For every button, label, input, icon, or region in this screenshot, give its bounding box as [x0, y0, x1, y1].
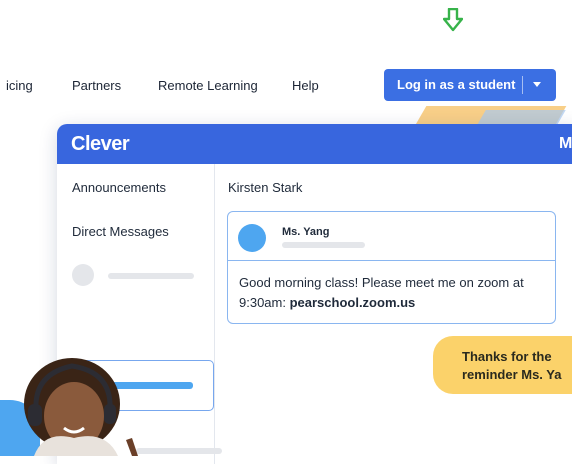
nav-item-pricing[interactable]: icing — [6, 78, 33, 94]
contact-name-placeholder — [136, 448, 222, 454]
clever-logo: Clever — [71, 133, 130, 155]
login-button-separator — [522, 76, 523, 94]
reply-bubble: Thanks for the reminder Ms. Ya — [433, 336, 572, 394]
avatar-icon — [72, 264, 94, 286]
nav-item-partners[interactable]: Partners — [72, 78, 121, 94]
header-user-initial: M — [559, 135, 572, 152]
nav-item-remote-learning[interactable]: Remote Learning — [158, 78, 258, 94]
message-sender: Ms. Yang — [282, 226, 330, 238]
login-student-button[interactable]: Log in as a student — [384, 69, 556, 101]
avatar-icon — [238, 224, 266, 252]
message-body: Good morning class! Please meet me on zo… — [239, 273, 544, 313]
student-photo — [24, 358, 138, 456]
zoom-link[interactable]: pearschool.zoom.us — [290, 295, 416, 310]
contact-name-placeholder — [108, 273, 194, 279]
message-header: Ms. Yang — [228, 212, 555, 261]
app-header: Clever M — [57, 124, 572, 164]
caret-down-icon[interactable] — [533, 82, 541, 87]
sidebar-item-announcements[interactable]: Announcements — [72, 180, 166, 195]
reply-text: Thanks for the reminder Ms. Ya — [462, 348, 572, 384]
nav-item-help[interactable]: Help — [292, 78, 319, 94]
chat-contact-name: Kirsten Stark — [228, 180, 303, 195]
login-button-label: Log in as a student — [397, 77, 516, 92]
message-sub-placeholder — [282, 242, 365, 248]
reply-text-content: Thanks for the reminder Ms. Ya — [462, 349, 562, 382]
sidebar-contact-placeholder[interactable] — [72, 264, 202, 286]
message-card: Ms. Yang Good morning class! Please meet… — [227, 211, 556, 324]
sidebar-item-direct-messages[interactable]: Direct Messages — [72, 224, 169, 239]
arrow-down-icon — [443, 8, 463, 32]
